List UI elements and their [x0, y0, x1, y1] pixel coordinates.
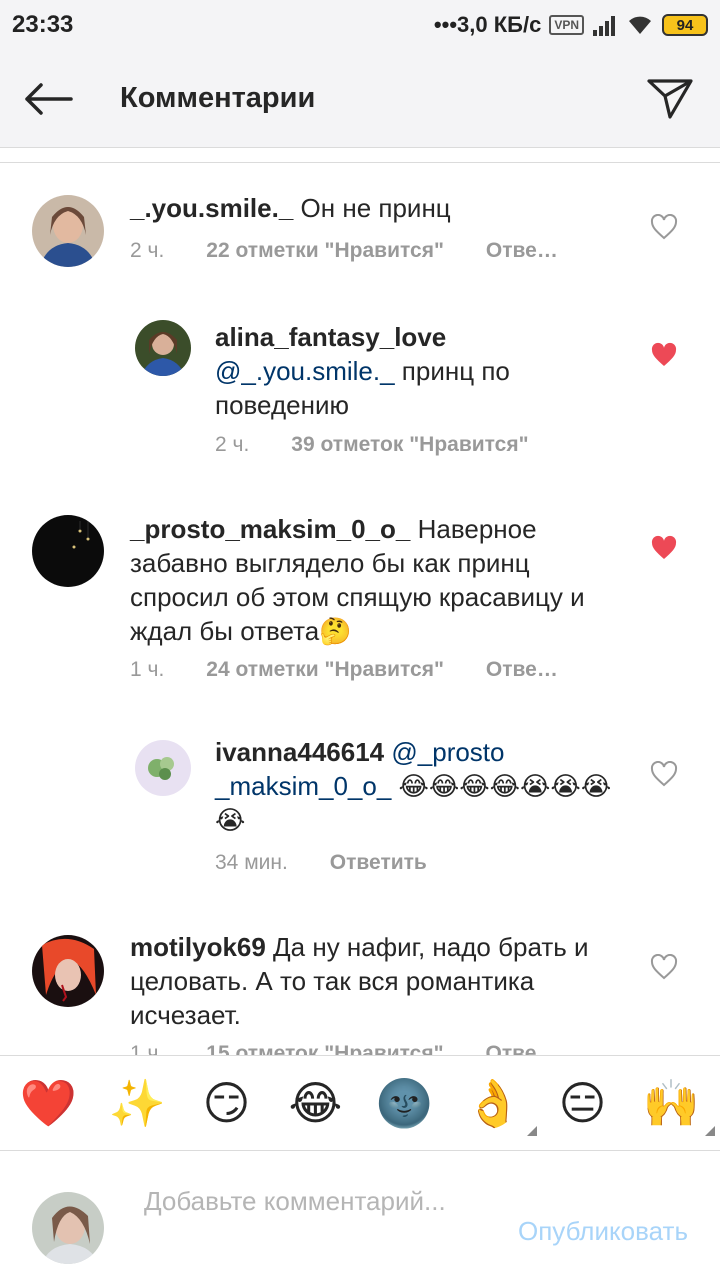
- comment-username[interactable]: _prosto_maksim_0_o_: [130, 514, 410, 544]
- reply-button[interactable]: Отве…: [486, 1042, 558, 1055]
- comment-text: ivanna446614 @_prosto _maksim_0_o_ 😂😂😂😂😭…: [215, 735, 635, 837]
- vpn-badge: VPN: [549, 15, 584, 35]
- comment-body: Он не принц: [293, 193, 451, 223]
- emoji-ok-hand[interactable]: 👌: [459, 1068, 537, 1138]
- arrow-left-icon: [25, 82, 73, 115]
- comment-text: alina_fantasy_love @_.you.smile._ принц …: [215, 320, 635, 422]
- emoji-sparkles[interactable]: ✨: [103, 1068, 173, 1138]
- skin-tone-indicator: [526, 1126, 537, 1136]
- comment-text: _.you.smile._ Он не принц: [130, 191, 630, 225]
- comment-meta: 2 ч. 39 отметок "Нравится": [215, 433, 529, 457]
- avatar[interactable]: [135, 320, 191, 376]
- comment-reply-item: ivanna446614 @_prosto _maksim_0_o_ 😂😂😂😂😭…: [0, 733, 720, 903]
- paper-plane-icon: [647, 78, 693, 119]
- status-time: 23:33: [12, 11, 74, 38]
- network-speed: •••3,0 КБ/с: [433, 12, 542, 37]
- direct-share-button[interactable]: [620, 50, 720, 148]
- comment-likes[interactable]: 15 отметок "Нравится": [206, 1042, 443, 1055]
- app-header: Комментарии: [0, 50, 720, 148]
- wifi-icon: [629, 16, 651, 34]
- comments-list[interactable]: _.you.smile._ Он не принц 2 ч. 22 отметк…: [0, 163, 720, 1055]
- heart-outline-icon[interactable]: [650, 761, 678, 787]
- skin-tone-indicator: [704, 1126, 715, 1136]
- battery-indicator: 94: [662, 14, 708, 36]
- comment-username[interactable]: alina_fantasy_love: [215, 322, 446, 352]
- comment-time: 34 мин.: [215, 851, 288, 874]
- comment-meta: 1 ч. 15 отметок "Нравится" Отве…: [130, 1042, 557, 1055]
- my-avatar: [32, 1192, 104, 1264]
- comment-username[interactable]: motilyok69: [130, 932, 266, 962]
- reply-button[interactable]: Отве…: [486, 658, 558, 682]
- status-bar: 23:33 •••3,0 КБ/с VPN 94: [0, 0, 720, 50]
- emoji-quick-bar: ❤️ ✨ 😏 😂 🌚 👌 😑 🙌: [0, 1055, 720, 1151]
- comment-meta: 34 мин. Ответить: [215, 851, 427, 875]
- publish-button[interactable]: Опубликовать: [518, 1216, 688, 1247]
- back-button[interactable]: [0, 50, 96, 148]
- page-title: Комментарии: [120, 82, 316, 114]
- comment-reply-item: alina_fantasy_love @_.you.smile._ принц …: [0, 305, 720, 475]
- comment-likes[interactable]: 39 отметок "Нравится": [291, 433, 528, 457]
- heart-outline-icon[interactable]: [650, 214, 678, 240]
- comment-time: 1 ч.: [130, 1042, 165, 1055]
- comment-time: 1 ч.: [130, 658, 165, 681]
- comment-input[interactable]: [144, 1184, 484, 1254]
- comment-username[interactable]: _.you.smile._: [130, 193, 293, 223]
- avatar[interactable]: [32, 515, 104, 587]
- emoji-red-heart[interactable]: ❤️: [14, 1068, 84, 1138]
- heart-filled-icon[interactable]: [650, 342, 678, 368]
- emoji-expressionless[interactable]: 😑: [548, 1068, 618, 1138]
- emoji-smirk[interactable]: 😏: [192, 1068, 262, 1138]
- emoji-raising-hands-glyph: 🙌: [642, 1076, 701, 1129]
- comment-meta: 2 ч. 22 отметки "Нравится" Отве…: [130, 239, 558, 263]
- comment-likes[interactable]: 22 отметки "Нравится": [206, 239, 444, 263]
- comment-meta: 1 ч. 24 отметки "Нравится" Отве…: [130, 658, 558, 682]
- comment-item: motilyok69 Да ну нафиг, надо брать и цел…: [0, 928, 720, 1055]
- status-indicators: •••3,0 КБ/с VPN 94: [434, 12, 708, 38]
- comment-likes[interactable]: 24 отметки "Нравится": [206, 658, 444, 682]
- avatar[interactable]: [32, 935, 104, 1007]
- comment-text: motilyok69 Да ну нафиг, надо брать и цел…: [130, 930, 620, 1032]
- emoji-raising-hands[interactable]: 🙌: [637, 1068, 715, 1138]
- comment-composer: Опубликовать: [0, 1152, 720, 1280]
- comment-time: 2 ч.: [130, 239, 165, 262]
- comment-mention[interactable]: @_.you.smile._: [215, 356, 395, 386]
- comment-item: _prosto_maksim_0_o_ Наверное забавно выг…: [0, 500, 720, 700]
- emoji-tears-of-joy[interactable]: 😂: [281, 1068, 351, 1138]
- reply-button[interactable]: Ответить: [330, 851, 427, 875]
- avatar[interactable]: [135, 740, 191, 796]
- heart-filled-icon[interactable]: [650, 535, 678, 561]
- comment-time: 2 ч.: [215, 433, 250, 456]
- signal-icon: [593, 16, 615, 36]
- emoji-ok-hand-glyph: 👌: [464, 1076, 523, 1129]
- avatar[interactable]: [32, 195, 104, 267]
- comment-text: _prosto_maksim_0_o_ Наверное забавно выг…: [130, 512, 620, 648]
- heart-outline-icon[interactable]: [650, 954, 678, 980]
- reply-button[interactable]: Отве…: [486, 239, 558, 263]
- comment-item: _.you.smile._ Он не принц 2 ч. 22 отметк…: [0, 163, 720, 289]
- emoji-dark-moon[interactable]: 🌚: [370, 1068, 440, 1138]
- comment-username[interactable]: ivanna446614: [215, 737, 384, 767]
